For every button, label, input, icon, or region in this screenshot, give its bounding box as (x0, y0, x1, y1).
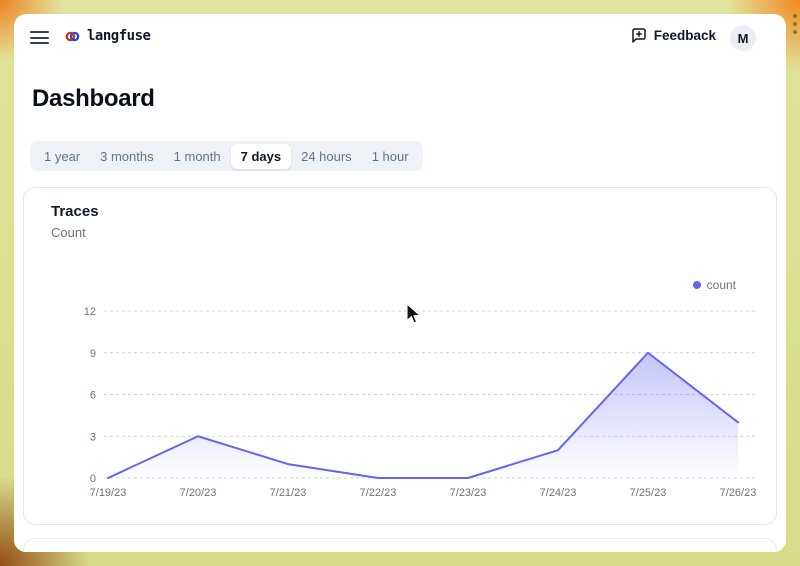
x-tick-label: 7/26/23 (720, 487, 757, 499)
menu-icon[interactable] (30, 31, 49, 44)
traces-area-chart[interactable]: 0 3 6 9 12 7/19/23 7/20/23 7/21/23 7/22/23 7/23/2… (44, 286, 758, 502)
brand-name: langfuse (87, 28, 150, 44)
y-tick-label: 6 (90, 390, 96, 402)
tab-3-months[interactable]: 3 months (90, 144, 163, 169)
tab-1-month[interactable]: 1 month (164, 144, 231, 169)
y-tick-label: 3 (90, 431, 96, 443)
app-panel: langfuse Feedback M Dashboard 1 year3 mo… (14, 14, 786, 552)
x-tick-label: 7/22/23 (360, 487, 397, 499)
avatar-initial: M (738, 31, 749, 46)
x-tick-label: 7/19/23 (90, 487, 127, 499)
next-card-partial (23, 538, 777, 552)
app-window: { "nav": { "brand": "langfuse", "feedbac… (0, 0, 800, 566)
frame-handle-dots (793, 14, 797, 34)
y-tick-label: 9 (90, 348, 96, 360)
x-tick-label: 7/23/23 (450, 487, 487, 499)
x-tick-label: 7/20/23 (180, 487, 217, 499)
tab-1-hour[interactable]: 1 hour (362, 144, 419, 169)
y-tick-label: 0 (90, 473, 96, 485)
area-fill-count (108, 353, 738, 478)
brand[interactable]: langfuse (65, 28, 150, 44)
tab-24-hours[interactable]: 24 hours (291, 144, 362, 169)
page-title: Dashboard (32, 85, 155, 113)
feedback-label: Feedback (654, 28, 716, 43)
message-plus-icon (631, 27, 647, 43)
tab-1-year[interactable]: 1 year (34, 144, 90, 169)
langfuse-logo-icon (65, 29, 80, 44)
card-title: Traces (51, 203, 99, 220)
card-subtitle: Count (51, 225, 86, 240)
tab-7-days[interactable]: 7 days (231, 144, 291, 169)
x-tick-label: 7/24/23 (540, 487, 577, 499)
traces-card: Traces Count count 0369127/19/237/20/237… (23, 187, 777, 525)
y-tick-label: 12 (84, 306, 96, 318)
x-tick-label: 7/21/23 (270, 487, 307, 499)
time-range-tabs: 1 year3 months1 month7 days24 hours1 hou… (30, 141, 423, 171)
avatar[interactable]: M (730, 25, 756, 51)
x-tick-label: 7/25/23 (630, 487, 667, 499)
feedback-button[interactable]: Feedback (631, 27, 716, 43)
